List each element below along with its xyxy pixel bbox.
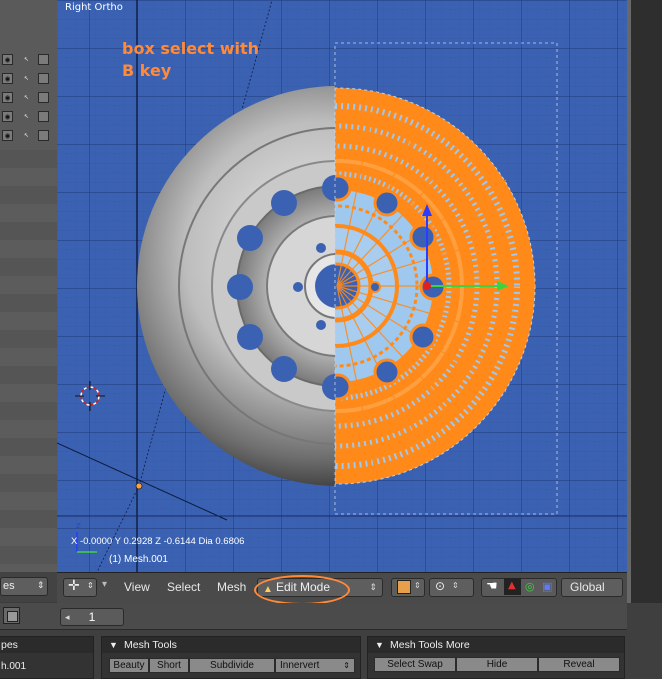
- panel-title[interactable]: ▼ Mesh Tools: [102, 637, 360, 653]
- mesh-tools-panel: ▼ Mesh Tools Beauty Short Subdivide Inne…: [101, 636, 361, 679]
- short-button[interactable]: Short: [149, 658, 189, 673]
- eye-icon[interactable]: ◉: [2, 92, 13, 103]
- updown-arrow-icon: ⇕: [452, 581, 459, 590]
- panel-title[interactable]: ▼ Mesh Tools More: [368, 637, 624, 653]
- cursor-icon[interactable]: ↖: [21, 92, 32, 103]
- manipulator-toggles[interactable]: ☚ ▲ ◎ ▣: [481, 578, 557, 597]
- render-icon[interactable]: [38, 54, 49, 65]
- mesh-tools-more-panel: ▼ Mesh Tools More Select Swap Hide Revea…: [367, 636, 625, 679]
- eye-icon[interactable]: ◉: [2, 111, 13, 122]
- object-name-field[interactable]: h.001: [1, 661, 26, 672]
- edit-mode-icon: ▲: [263, 584, 273, 595]
- eye-icon[interactable]: ◉: [2, 130, 13, 141]
- render-icon[interactable]: [38, 73, 49, 84]
- menu-select[interactable]: Select: [167, 580, 200, 594]
- collapse-icon[interactable]: ▼: [375, 637, 384, 653]
- cursor-icon[interactable]: ↖: [21, 73, 32, 84]
- menu-view[interactable]: View: [124, 580, 150, 594]
- hand-icon[interactable]: ☚: [486, 579, 498, 594]
- collapse-icon[interactable]: ▼: [109, 637, 118, 653]
- cursor-coordinates: X -0.0000 Y 0.2928 Z -0.6144 Dia 0.6806: [71, 536, 245, 547]
- updown-arrow-icon: ⇕: [343, 661, 350, 670]
- updown-arrow-icon: ⇕: [414, 581, 421, 590]
- panel-title: pes: [0, 637, 93, 653]
- outliner-footer: es ⇕: [0, 572, 57, 602]
- render-icon[interactable]: [38, 130, 49, 141]
- render-icon[interactable]: [38, 92, 49, 103]
- pivot-icon: ⊙: [435, 579, 446, 593]
- annotation-text: box select with B key: [122, 38, 292, 82]
- mode-label: Edit Mode: [276, 580, 331, 594]
- axis-z-label: z: [76, 521, 81, 531]
- orientation-dropdown[interactable]: Global: [561, 578, 623, 597]
- cursor-icon[interactable]: ↖: [21, 54, 32, 65]
- translate-icon[interactable]: ▲: [508, 580, 516, 591]
- scale-icon[interactable]: ▣: [542, 580, 552, 593]
- collapse-menu-icon[interactable]: ▾: [102, 579, 107, 590]
- innervert-button[interactable]: Innervert ⇕: [275, 658, 355, 673]
- eye-icon[interactable]: ◉: [2, 54, 13, 65]
- annotation-line: B key: [122, 61, 172, 80]
- reveal-button[interactable]: Reveal: [538, 657, 620, 672]
- left-panel-stub: pes h.001: [0, 636, 94, 679]
- outliner-row[interactable]: ◉ ↖: [0, 52, 57, 68]
- outliner-row[interactable]: ◉ ↖: [0, 90, 57, 106]
- select-swap-button[interactable]: Select Swap: [374, 657, 456, 672]
- hide-button[interactable]: Hide: [456, 657, 538, 672]
- beauty-button[interactable]: Beauty: [109, 658, 149, 673]
- cursor-icon[interactable]: ↖: [21, 130, 32, 141]
- subdivide-button[interactable]: Subdivide: [189, 658, 275, 673]
- pivot-dropdown[interactable]: ⊙ ⇕: [429, 578, 474, 597]
- draw-type-dropdown[interactable]: ⇕: [391, 578, 425, 597]
- view-name-label: Right Ortho: [65, 2, 123, 13]
- outliner-row[interactable]: ◉ ↖: [0, 71, 57, 87]
- right-edge-strip: [627, 0, 662, 603]
- updown-arrow-icon: ⇕: [369, 582, 377, 592]
- outliner-row[interactable]: ◉ ↖: [0, 109, 57, 125]
- annotation-line: box select with: [122, 39, 260, 58]
- viewport-canvas: [57, 0, 627, 572]
- orientation-label: Global: [570, 580, 605, 594]
- cursor-icon[interactable]: ↖: [21, 111, 32, 122]
- active-object-name: (1) Mesh.001: [109, 554, 168, 565]
- rotate-icon[interactable]: ◎: [525, 580, 535, 593]
- updown-arrow-icon: ⇕: [87, 581, 94, 590]
- arrow-left-icon[interactable]: ◂: [65, 609, 70, 625]
- solid-shading-icon: [397, 580, 411, 594]
- window-icon: [7, 611, 18, 622]
- outliner-row[interactable]: ◉ ↖: [0, 128, 57, 144]
- display-mode-dropdown[interactable]: es ⇕: [0, 577, 48, 596]
- mode-dropdown[interactable]: ▲ Edit Mode ⇕: [257, 578, 383, 597]
- outliner-panel: ◉ ↖ ◉ ↖ ◉ ↖ ◉ ↖ ◉ ↖: [0, 0, 57, 572]
- editor-type-button[interactable]: ✛ ⇕: [63, 578, 97, 597]
- 3d-viewport[interactable]: Right Ortho box select with B key z X -0…: [57, 0, 627, 572]
- render-icon[interactable]: [38, 111, 49, 122]
- eye-icon[interactable]: ◉: [2, 73, 13, 84]
- menu-mesh[interactable]: Mesh: [217, 580, 246, 594]
- frame-value: 1: [88, 610, 96, 624]
- current-frame-field[interactable]: ◂ 1: [60, 608, 124, 626]
- crosshair-icon: ✛: [68, 578, 80, 594]
- viewport-header: ✛ ⇕ ▾ View Select Mesh ▲ Edit Mode ⇕ ⇕ ⊙…: [57, 572, 627, 603]
- editor-type-button[interactable]: [3, 607, 20, 624]
